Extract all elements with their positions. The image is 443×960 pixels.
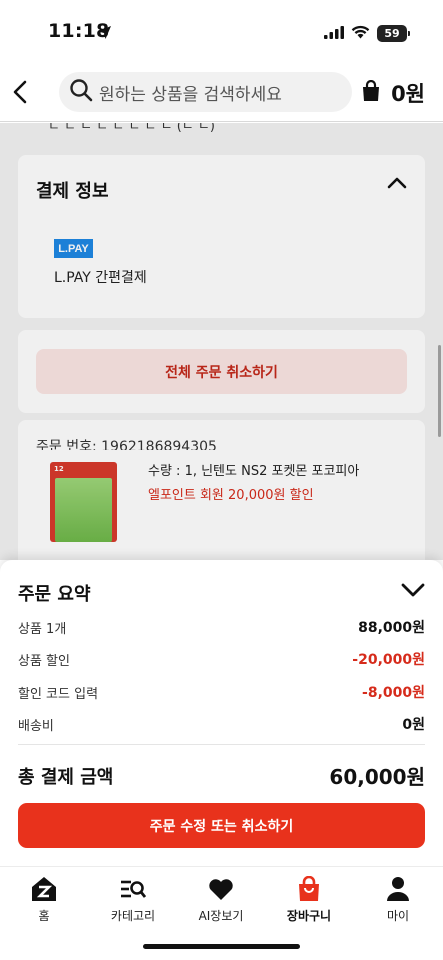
home-icon (31, 875, 57, 903)
chevron-up-icon[interactable] (387, 175, 407, 194)
category-search-icon (120, 875, 146, 903)
heart-icon (208, 875, 234, 903)
tab-ai-shopping[interactable]: AI장보기 (177, 875, 265, 924)
payment-method-label: L.PAY 간편결제 (54, 270, 147, 286)
tab-label: 홈 (38, 909, 50, 923)
top-header: 원하는 상품을 검색하세요 0원 (0, 62, 443, 122)
search-placeholder: 원하는 상품을 검색하세요 (99, 84, 282, 105)
chevron-down-icon[interactable] (401, 582, 425, 602)
tab-my[interactable]: 마이 (354, 875, 442, 924)
tab-label: 카테고리 (110, 909, 156, 923)
shopping-bag-icon (361, 79, 381, 106)
summary-row-label: 배송비 (18, 719, 54, 734)
payment-info-card: 결제 정보 L.PAY L.PAY 간편결제 (18, 155, 425, 318)
lpay-logo: L.PAY (54, 239, 93, 258)
product-quantity-name: 수량 : 1, 닌텐도 NS2 포켓몬 포코피아 (148, 464, 360, 479)
summary-row-value: -8,000원 (362, 685, 425, 701)
tab-label: 장바구니 (286, 909, 332, 923)
scrollbar (438, 345, 441, 437)
cancel-card: 전체 주문 취소하기 (18, 330, 425, 413)
location-arrow-icon (97, 25, 112, 44)
summary-row-value: -20,000원 (352, 652, 425, 668)
partial-text: ㄷ ㄷ ㄴ ㄷ ㄷ ㄷ ㄷ ㄴ (ㄴ ㄴ) (48, 123, 215, 134)
wifi-icon (351, 24, 370, 43)
home-indicator (143, 944, 300, 949)
order-summary-sheet: 주문 요약 상품 1개 88,000원 상품 할인 -20,000원 할인 코드… (0, 560, 443, 866)
product-image-art (55, 478, 112, 542)
product-promo: 엘포인트 회원 20,000원 할인 (148, 488, 314, 503)
summary-row-label: 상품 1개 (18, 622, 67, 637)
status-indicators: 59 (324, 24, 410, 43)
signal-icon (324, 24, 344, 43)
summary-row-label: 상품 할인 (18, 654, 70, 669)
summary-row-value: 0원 (402, 717, 425, 733)
total-label: 총 결제 금액 (18, 767, 114, 788)
product-image-badge: 12 (54, 465, 64, 473)
order-detail-content: ㄷ ㄷ ㄴ ㄷ ㄷ ㄷ ㄷ ㄴ (ㄴ ㄴ) 결제 정보 L.PAY L.PAY … (0, 123, 443, 560)
tab-home[interactable]: 홈 (0, 875, 88, 924)
battery-icon: 59 (377, 25, 410, 42)
header-cart-button[interactable]: 0원 (361, 78, 425, 108)
cancel-all-orders-button[interactable]: 전체 주문 취소하기 (36, 349, 407, 394)
shopping-bag-icon (297, 875, 321, 903)
modify-or-cancel-order-button[interactable]: 주문 수정 또는 취소하기 (18, 803, 425, 848)
summary-row-value: 88,000원 (358, 620, 425, 636)
search-icon (69, 78, 93, 106)
divider (18, 744, 425, 745)
chevron-left-icon (13, 80, 27, 104)
product-image[interactable]: 12 (50, 462, 117, 542)
product-card: 12 수량 : 1, 닌텐도 NS2 포켓몬 포코피아 엘포인트 회원 20,0… (18, 450, 425, 560)
search-input[interactable]: 원하는 상품을 검색하세요 (59, 72, 352, 112)
header-cart-amount: 0원 (391, 82, 425, 106)
order-summary-title: 주문 요약 (18, 584, 91, 605)
total-value: 60,000원 (329, 765, 425, 789)
tab-label: 마이 (386, 909, 410, 923)
status-bar: 11:18 59 (0, 0, 443, 62)
tab-cart[interactable]: 장바구니 (265, 875, 353, 924)
tab-label: AI장보기 (198, 909, 244, 923)
back-button[interactable] (6, 76, 34, 108)
tab-category[interactable]: 카테고리 (89, 875, 177, 924)
summary-row-label[interactable]: 할인 코드 입력 (18, 683, 98, 702)
person-icon (386, 875, 410, 903)
payment-info-title: 결제 정보 (36, 181, 109, 202)
